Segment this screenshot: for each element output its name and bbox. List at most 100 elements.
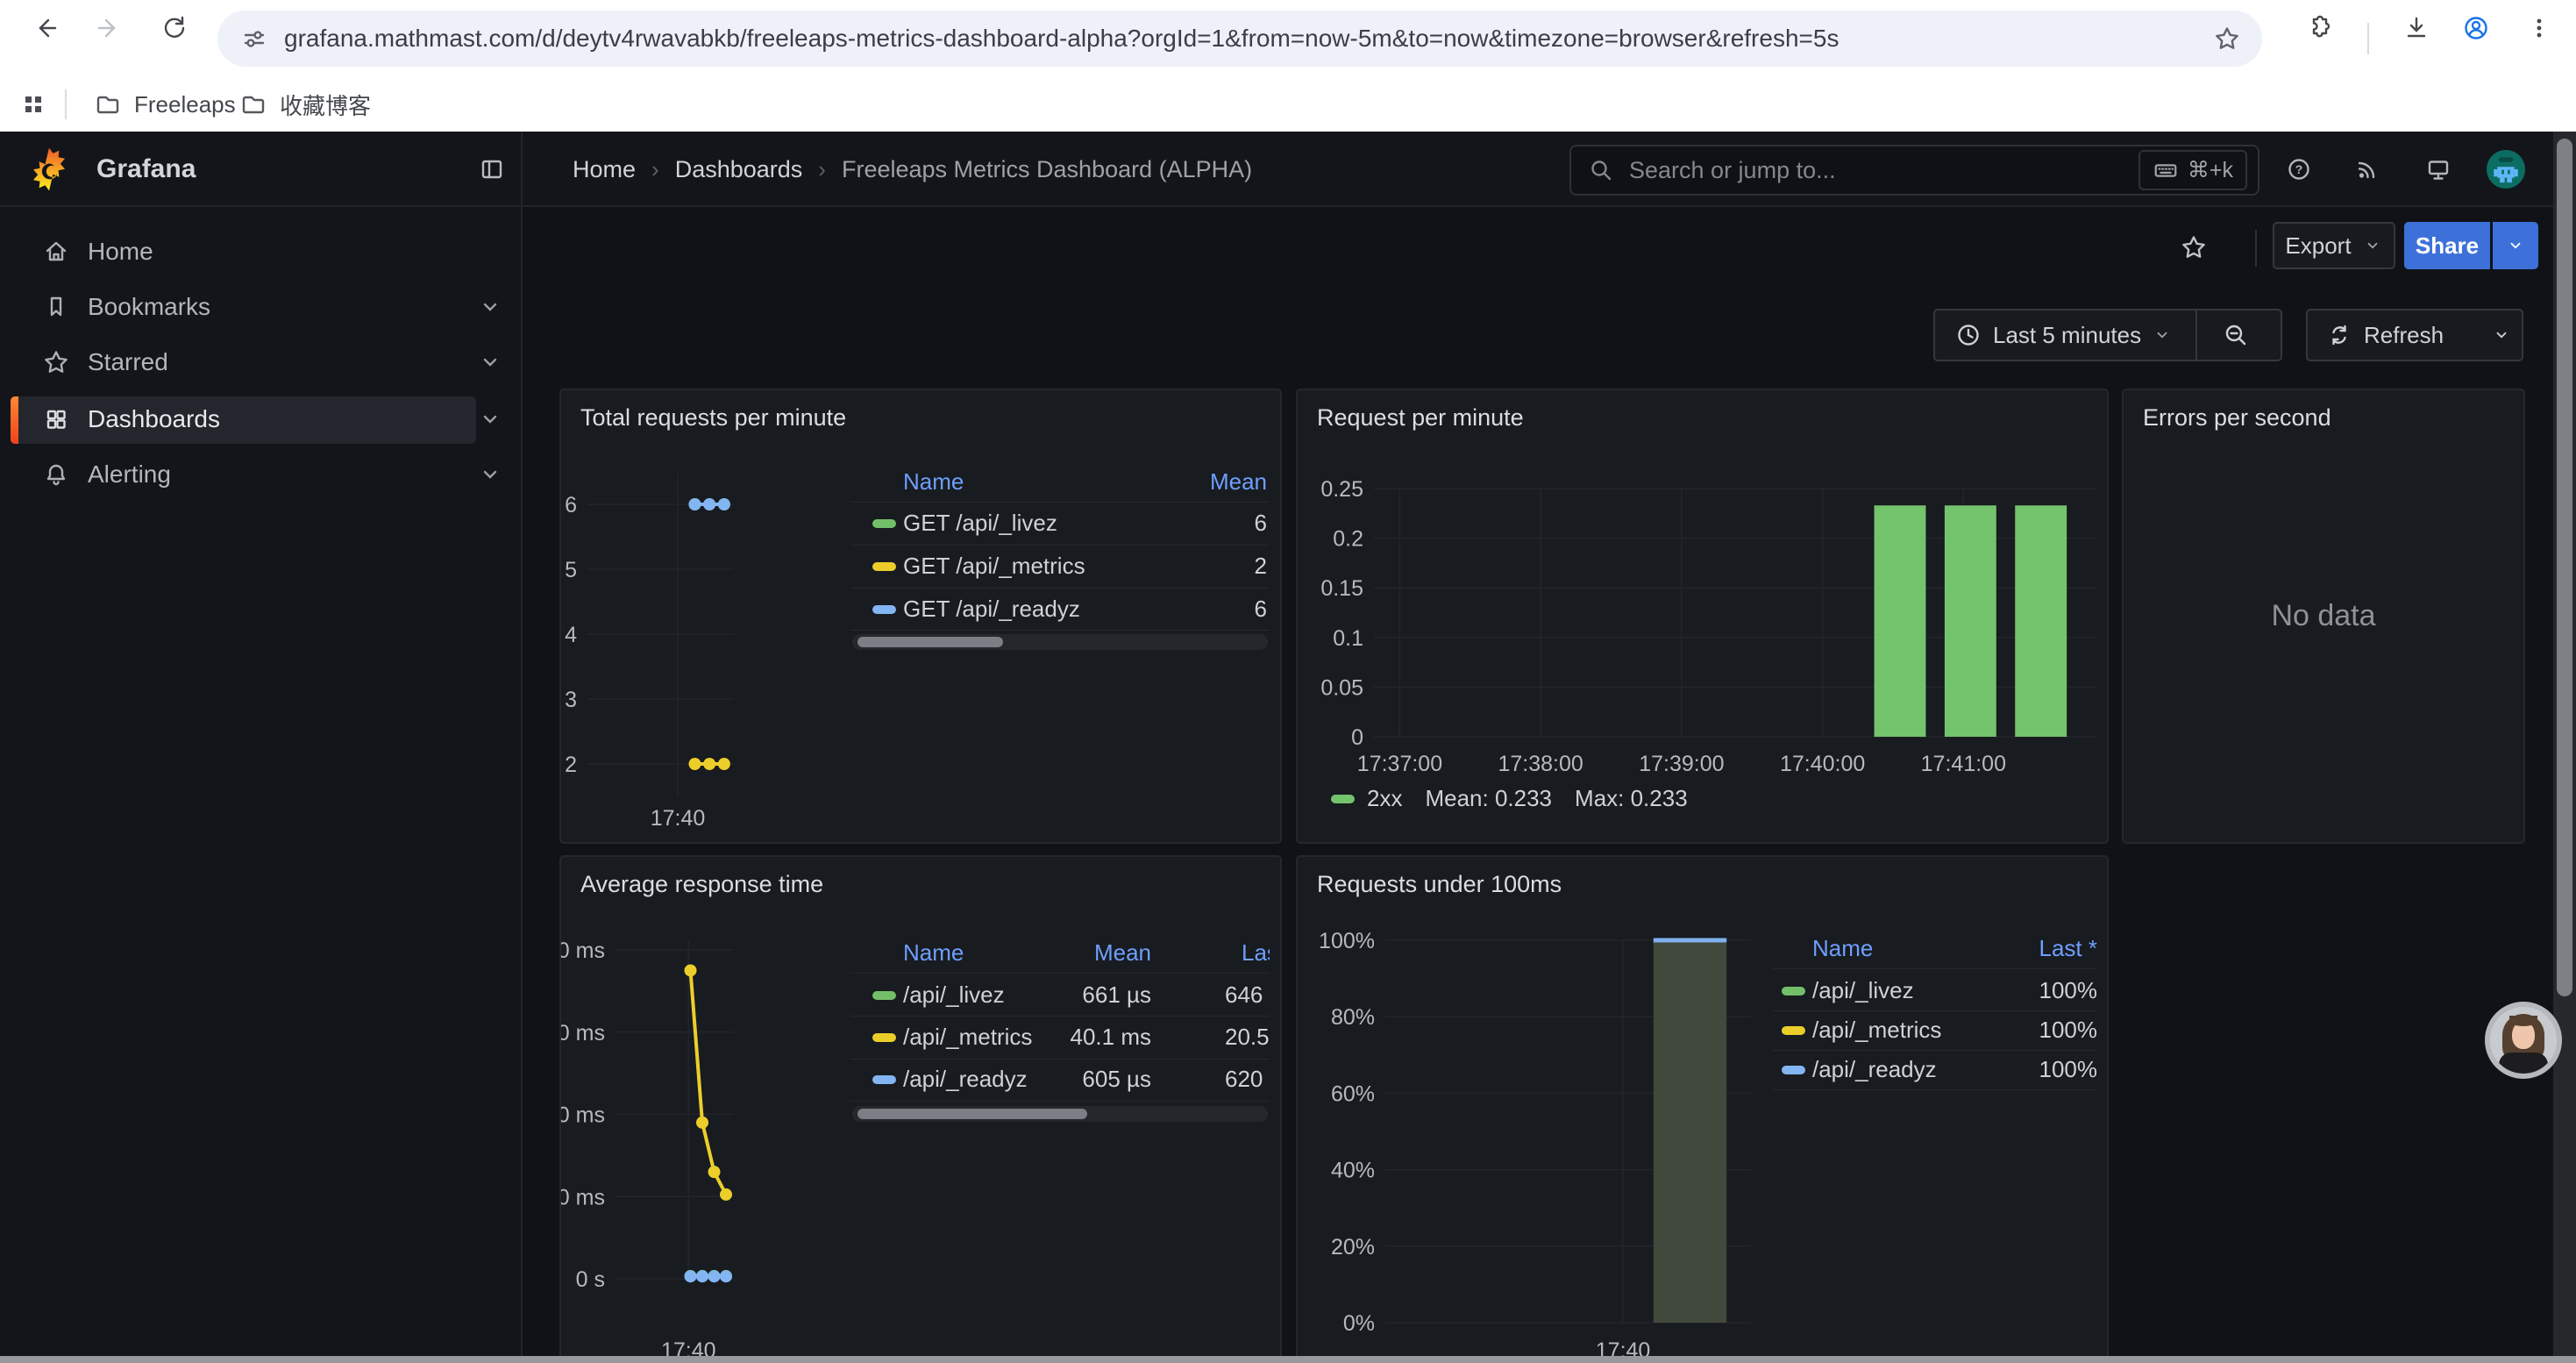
- bar-chart[interactable]: 0.250.20.150.10.05017:37:0017:38:0017:39…: [1298, 390, 2110, 846]
- svg-text:17:37:00: 17:37:00: [1357, 752, 1442, 776]
- search-shortcut: ⌘+k: [2138, 150, 2247, 190]
- legend-value-last: 100%: [1773, 977, 2097, 1004]
- svg-text:17:40:00: 17:40:00: [1780, 752, 1865, 776]
- chevron-down-icon[interactable]: [476, 348, 504, 376]
- share-dropdown-button[interactable]: [2493, 222, 2538, 269]
- svg-text:17:39:00: 17:39:00: [1639, 752, 1724, 776]
- legend-scrollbar[interactable]: [852, 1106, 1268, 1122]
- url-text[interactable]: grafana.mathmast.com/d/deytv4rwavabkb/fr…: [284, 25, 2213, 53]
- star-dashboard-button[interactable]: [2173, 226, 2215, 268]
- svg-text:40 ms: 40 ms: [561, 1103, 605, 1128]
- url-bar[interactable]: grafana.mathmast.com/d/deytv4rwavabkb/fr…: [217, 11, 2262, 67]
- assistant-avatar-widget[interactable]: [2485, 1002, 2562, 1079]
- sidebar-item-alerting[interactable]: Alerting: [0, 450, 523, 499]
- legend-header-last[interactable]: Last *: [1242, 939, 1270, 967]
- breadcrumb-separator: ›: [651, 156, 659, 183]
- toolbar-divider: [2367, 23, 2369, 54]
- reload-icon: [160, 14, 188, 42]
- back-button[interactable]: [25, 7, 67, 49]
- refresh-label: Refresh: [2364, 322, 2444, 349]
- breadcrumb-separator: ›: [818, 156, 826, 183]
- panel-average-response-time: Average response time 80 ms60 ms40 ms20 …: [559, 855, 1282, 1363]
- svg-text:3: 3: [565, 688, 577, 712]
- svg-text:6: 6: [565, 493, 577, 517]
- panel-requests-under-100ms: Requests under 100ms 100%80%60%40%20%0%1…: [1296, 855, 2109, 1363]
- bookmark-folder-freeleaps[interactable]: Freeleaps: [94, 77, 236, 132]
- bookmark-star-icon[interactable]: [2213, 25, 2241, 53]
- legend-series-label[interactable]: 2xx: [1367, 785, 1402, 812]
- legend-scrollbar[interactable]: [852, 634, 1268, 650]
- profile-button[interactable]: [2455, 7, 2497, 49]
- legend-header-mean[interactable]: Mean: [850, 939, 1151, 967]
- breadcrumb-dashboards[interactable]: Dashboards: [675, 156, 803, 183]
- legend-row-separator: [1773, 968, 2097, 969]
- legend-header-mean[interactable]: Mean: [850, 468, 1267, 496]
- legend-scrollbar-thumb[interactable]: [857, 1109, 1087, 1119]
- sidebar-item-starred[interactable]: Starred: [0, 338, 523, 387]
- breadcrumb-home[interactable]: Home: [573, 156, 636, 183]
- bookmark-folder-label: 收藏博客: [280, 89, 371, 121]
- search-input[interactable]: Search or jump to... ⌘+k: [1569, 145, 2259, 196]
- chevron-down-icon[interactable]: [476, 460, 504, 489]
- svg-text:0.15: 0.15: [1320, 576, 1363, 601]
- sidebar-toggle-icon[interactable]: [478, 155, 506, 183]
- bookmark-folder-blogs[interactable]: 收藏博客: [239, 77, 371, 132]
- chevron-down-icon[interactable]: [476, 405, 504, 433]
- menu-kebab-icon: [2525, 14, 2553, 42]
- downloads-button[interactable]: [2395, 7, 2437, 49]
- svg-text:17:41:00: 17:41:00: [1921, 752, 2006, 776]
- sidebar-item-bookmarks[interactable]: Bookmarks: [0, 282, 523, 332]
- legend-header-last[interactable]: Last *: [1773, 935, 2097, 962]
- chevron-down-icon[interactable]: [2491, 325, 2512, 346]
- svg-text:2: 2: [565, 753, 577, 777]
- svg-text:60%: 60%: [1331, 1081, 1375, 1106]
- legend-value-mean: 2: [850, 553, 1267, 580]
- bell-icon: [42, 460, 70, 489]
- svg-text:0.2: 0.2: [1333, 527, 1363, 552]
- site-settings-icon[interactable]: [240, 25, 268, 53]
- nav-brand-section: Grafana: [0, 132, 523, 207]
- legend-value-mean: 605 µs: [850, 1066, 1151, 1093]
- help-icon: ?: [2285, 155, 2313, 183]
- sidebar-item-home[interactable]: Home: [0, 227, 523, 276]
- svg-text:20%: 20%: [1331, 1235, 1375, 1260]
- user-avatar[interactable]: [2487, 150, 2525, 189]
- extensions-button[interactable]: [2297, 7, 2339, 49]
- clock-icon: [1954, 321, 1982, 349]
- chevron-down-icon: [2505, 235, 2526, 256]
- breadcrumb-current: Freeleaps Metrics Dashboard (ALPHA): [842, 156, 1252, 183]
- legend-scrollbar-thumb[interactable]: [857, 637, 1003, 647]
- legend-row-separator: [850, 588, 1270, 589]
- legend-max: Max: 0.233: [1575, 785, 1688, 812]
- extensions-icon: [2304, 14, 2332, 42]
- kiosk-mode-button[interactable]: [2419, 150, 2458, 189]
- folder-icon: [94, 90, 122, 118]
- forward-button[interactable]: [88, 7, 130, 49]
- chevron-down-icon: [2362, 235, 2383, 256]
- sidebar-item-dashboards[interactable]: Dashboards: [0, 395, 523, 444]
- back-arrow-icon: [32, 14, 60, 42]
- browser-menu-button[interactable]: [2518, 7, 2560, 49]
- chevron-down-icon[interactable]: [476, 293, 504, 321]
- legend-value-last: 620 µs: [1225, 1066, 1270, 1093]
- time-range-picker[interactable]: Last 5 minutes: [1933, 309, 2282, 361]
- share-button[interactable]: Share: [2404, 222, 2490, 269]
- apps-grid-button[interactable]: [14, 85, 53, 124]
- reload-button[interactable]: [153, 7, 195, 49]
- refresh-button[interactable]: Refresh: [2306, 309, 2523, 361]
- legend-mean: Mean: 0.233: [1425, 785, 1552, 812]
- export-button[interactable]: Export: [2273, 222, 2395, 269]
- legend-row-separator: [1773, 1050, 2097, 1051]
- grafana-logo[interactable]: [26, 146, 72, 192]
- page-scrollbar-thumb[interactable]: [2557, 139, 2572, 996]
- legend-value-last: 100%: [1773, 1056, 2097, 1083]
- legend-row-separator: [850, 1059, 1270, 1060]
- svg-text:0.05: 0.05: [1320, 675, 1363, 700]
- bookmarks-divider: [65, 89, 67, 119]
- news-button[interactable]: [2348, 150, 2387, 189]
- zoom-out-icon[interactable]: [2222, 321, 2250, 349]
- legend-row-separator: [1773, 1010, 2097, 1011]
- breadcrumb: Home › Dashboards › Freeleaps Metrics Da…: [573, 132, 1252, 207]
- actions-divider: [2255, 230, 2257, 267]
- help-button[interactable]: ?: [2280, 150, 2318, 189]
